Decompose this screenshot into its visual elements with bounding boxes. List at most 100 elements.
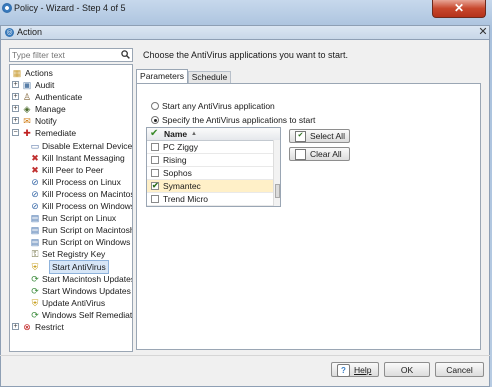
tree-item-label: Remediate	[35, 128, 77, 139]
tree-item-label: Start Windows Updates	[42, 285, 131, 296]
list-item-trend-micro[interactable]: Trend Micro	[147, 193, 273, 206]
script-icon: ▤	[30, 213, 40, 224]
help-button[interactable]: ? Help	[331, 362, 379, 377]
row-checkbox[interactable]	[151, 195, 159, 203]
folder-icon: ▦	[12, 68, 22, 78]
tree-item-label: Authenticate	[35, 92, 83, 103]
expand-icon[interactable]: +	[12, 81, 19, 88]
row-checkbox[interactable]	[151, 143, 159, 151]
select-all-label: Select All	[310, 131, 345, 141]
tree-item-set-registry-key[interactable]: ⚿ Set Registry Key	[30, 248, 132, 260]
tree-item-label: Kill Process on Macintosh	[42, 188, 133, 199]
tree-item-kill-process-on-linux[interactable]: ⊘ Kill Process on Linux	[30, 176, 132, 188]
notify-icon: ✉	[23, 116, 31, 127]
kill-icon: ✖	[31, 164, 39, 175]
row-checkbox[interactable]	[151, 156, 159, 164]
process-icon: ⊘	[31, 201, 39, 211]
tree-item-label: Kill Process on Linux	[42, 176, 121, 187]
tree-item-manage[interactable]: + ◈ Manage	[12, 103, 132, 115]
list-item-pc-ziggy[interactable]: PC Ziggy	[147, 141, 273, 154]
action-tree: ▦ Actions + ▣ Audit + ♙ Authenticate + ◈ Manage +…	[9, 64, 133, 352]
row-checkbox[interactable]	[151, 169, 159, 177]
row-checkbox[interactable]: ✔	[151, 182, 159, 190]
tree-item-audit[interactable]: + ▣ Audit	[12, 79, 132, 91]
shield-icon: ⛨	[31, 297, 39, 308]
tree-item-update-antivirus[interactable]: ⛨ Update AntiVirus	[30, 297, 132, 309]
row-label: PC Ziggy	[163, 142, 198, 152]
list-item-rising[interactable]: Rising	[147, 154, 273, 167]
radio-any-antivirus-label: Start any AntiVirus application	[162, 101, 275, 111]
instruction-text: Choose the AntiVirus applications you wa…	[143, 50, 348, 60]
tree-item-kill-peer-to-peer[interactable]: ✖ Kill Peer to Peer	[30, 164, 132, 176]
filter-box	[9, 48, 133, 62]
tree-item-label: Run Script on Windows	[42, 237, 131, 248]
list-scrollbar[interactable]	[273, 140, 280, 206]
dialog-icon: ◎	[5, 28, 14, 37]
filter-input[interactable]	[12, 49, 118, 61]
radio-specify-antivirus-label: Specify the AntiVirus applications to st…	[162, 115, 316, 125]
dialog-title-bar	[0, 25, 490, 40]
row-label: Sophos	[163, 168, 192, 178]
window-close-button[interactable]: ✕	[432, 0, 486, 18]
expand-icon[interactable]: +	[12, 323, 19, 330]
clear-all-label: Clear All	[310, 149, 342, 159]
tree-item-kill-instant-messaging[interactable]: ✖ Kill Instant Messaging	[30, 152, 132, 164]
tree-item-kill-process-on-macintosh[interactable]: ⊘ Kill Process on Macintosh	[30, 188, 133, 200]
expand-icon[interactable]: +	[12, 105, 19, 113]
update-icon: ⟳	[31, 273, 39, 284]
clear-all-button[interactable]: Clear All	[289, 147, 350, 161]
list-item-sophos[interactable]: Sophos	[147, 167, 273, 180]
tree-item-remediate[interactable]: − ✚ Remediate	[12, 127, 132, 139]
tree-item-kill-process-on-windows[interactable]: ⊘ Kill Process on Windows	[30, 200, 132, 212]
window-title: Policy - Wizard - Step 4 of 5	[14, 3, 126, 13]
name-column-header[interactable]: Name	[164, 128, 187, 140]
tree-item-label: Set Registry Key	[42, 249, 106, 260]
update-icon: ⟳	[31, 309, 39, 320]
search-icon[interactable]	[121, 50, 130, 59]
tree-item-start-macintosh-updates[interactable]: ⟳ Start Macintosh Updates	[30, 273, 132, 285]
tree-item-start-antivirus[interactable]: ⛨ Start AntiVirus	[30, 259, 132, 274]
registry-icon: ⚿	[31, 249, 39, 260]
dialog-title: Action	[17, 27, 43, 37]
collapse-icon[interactable]: −	[12, 129, 19, 137]
tree-item-notify[interactable]: + ✉ Notify	[12, 115, 132, 127]
tab-parameters[interactable]: Parameters	[136, 69, 188, 83]
scrollbar-thumb[interactable]	[275, 184, 280, 198]
tree-item-label: Audit	[35, 80, 55, 90]
tree-item-label: Start AntiVirus	[49, 259, 109, 274]
tree-item-run-script-on-linux[interactable]: ▤ Run Script on Linux	[30, 212, 132, 224]
row-label: Symantec	[163, 181, 201, 191]
tree-item-label: Kill Instant Messaging	[42, 152, 125, 163]
script-icon: ▤	[30, 225, 40, 236]
row-label: Rising	[163, 155, 187, 165]
tree-item-run-script-on-windows[interactable]: ▤ Run Script on Windows	[30, 236, 132, 248]
sort-ascending-icon: ▲	[191, 131, 197, 137]
list-item-symantec[interactable]: ✔ Symantec	[147, 180, 273, 193]
expand-icon[interactable]: +	[12, 117, 19, 125]
tree-item-label: Windows Self Remediation	[42, 309, 133, 320]
tree-item-label: Update AntiVirus	[42, 297, 106, 308]
tree-item-authenticate[interactable]: + ♙ Authenticate	[12, 91, 132, 103]
restrict-icon: ⊗	[23, 322, 31, 332]
expand-icon[interactable]: +	[12, 93, 19, 101]
tree-item-restrict[interactable]: + ⊗ Restrict	[12, 321, 132, 333]
cancel-button[interactable]: Cancel	[435, 362, 484, 377]
select-all-button[interactable]: ✔ Select All	[289, 129, 350, 143]
tree-item-windows-self-remediation[interactable]: ⟳Windows Self Remediation	[30, 309, 133, 321]
tree-item-label: Kill Peer to Peer	[42, 164, 104, 175]
list-header[interactable]: ✔ Name ▲	[147, 128, 280, 141]
tree-item-start-windows-updates[interactable]: ⟳ Start Windows Updates	[30, 285, 132, 297]
process-icon: ⊘	[31, 176, 39, 187]
dialog-close-button[interactable]: ✕	[476, 25, 490, 39]
radio-any-antivirus[interactable]	[151, 102, 159, 110]
authenticate-icon: ♙	[22, 92, 32, 103]
device-icon: ▭	[30, 140, 40, 151]
tab-schedule[interactable]: Schedule	[188, 71, 231, 83]
tree-item-run-script-on-macintosh[interactable]: ▤ Run Script on Macintosh	[30, 224, 132, 236]
tree-item-label: Manage	[35, 104, 66, 115]
tree-item-disable-external-device[interactable]: ▭ Disable External Device	[30, 140, 132, 152]
ok-button[interactable]: OK	[384, 362, 430, 377]
script-icon: ▤	[30, 237, 40, 248]
app-icon	[2, 3, 12, 13]
radio-specify-antivirus[interactable]	[151, 116, 159, 124]
